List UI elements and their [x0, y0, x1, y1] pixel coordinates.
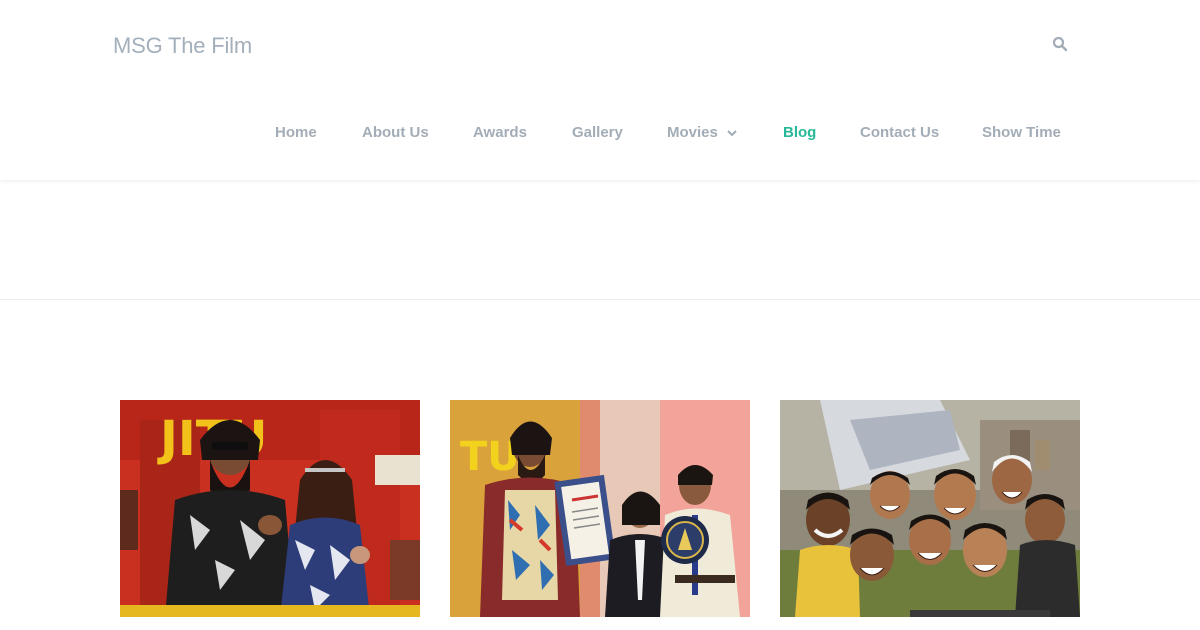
post-card-2[interactable]: TU ME — [450, 400, 750, 617]
nav-item-blog[interactable]: Blog — [783, 122, 816, 144]
nav-item-contact-us[interactable]: Contact Us — [860, 122, 939, 144]
nav-item-show-time[interactable]: Show Time — [982, 122, 1061, 144]
nav-item-about-us[interactable]: About Us — [362, 122, 429, 144]
site-title[interactable]: MSG The Film — [113, 33, 252, 59]
page-title-band — [0, 180, 1200, 300]
nav-item-gallery[interactable]: Gallery — [572, 122, 623, 144]
site-header: MSG The Film Home About Us Awards Galler… — [0, 0, 1200, 180]
main-navigation: Home About Us Awards Gallery Movies Blog… — [0, 122, 1200, 146]
nav-item-home[interactable]: Home — [275, 122, 317, 144]
post-card-3[interactable] — [780, 400, 1080, 617]
chevron-down-icon[interactable] — [726, 126, 738, 138]
post-card-1[interactable]: JITU — [120, 400, 420, 617]
photo-award-certificate[interactable]: TU ME — [450, 400, 750, 617]
nav-item-movies[interactable]: Movies — [667, 122, 718, 144]
photo-event-red-backdrop[interactable]: JITU — [120, 400, 420, 617]
photo-group-selfie[interactable] — [780, 400, 1080, 617]
blog-post-grid: JITU TU — [0, 400, 1200, 630]
search-icon[interactable] — [1052, 36, 1068, 52]
nav-item-awards[interactable]: Awards — [473, 122, 527, 144]
